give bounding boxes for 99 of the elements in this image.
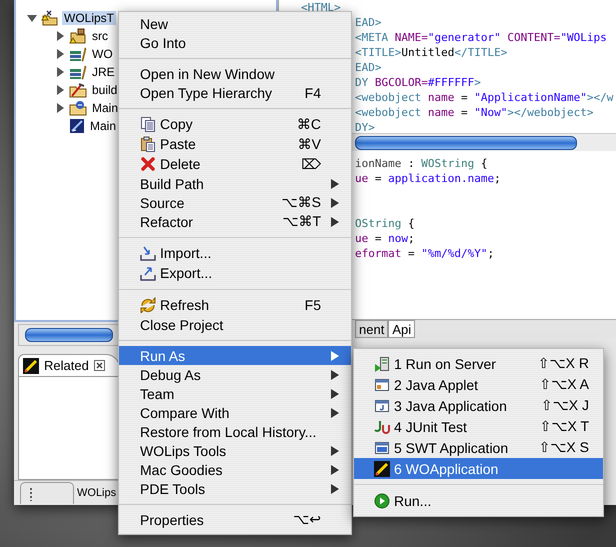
menu-item[interactable]: Source ⌥⌘S xyxy=(119,193,351,212)
menu-item[interactable]: 2 Java Applet ⇧⌥X A xyxy=(354,374,603,395)
package-folder-icon xyxy=(69,28,87,44)
document-icon xyxy=(69,118,85,134)
code-line: DY BGCOLOR=#FFFFFF> xyxy=(355,75,481,90)
shortcut-label: ⌥⌘T xyxy=(282,213,321,230)
expand-arrow-icon[interactable] xyxy=(54,66,66,78)
shortcut-label: ⌥↩ xyxy=(293,511,321,528)
editor-tab[interactable]: nent xyxy=(355,320,388,338)
code-line: <webobject name = "ApplicationName"></w xyxy=(355,90,614,105)
menu-item[interactable]: PDE Tools xyxy=(119,479,351,498)
pen-icon xyxy=(374,460,390,476)
window-icon xyxy=(374,398,390,414)
tree-item[interactable]: JRE xyxy=(90,65,117,79)
code-line: <META NAME="generator" CONTENT="WOLips xyxy=(355,30,607,45)
refresh-icon xyxy=(140,297,156,313)
menu-item[interactable]: Export... xyxy=(119,263,351,283)
menu-item[interactable]: Open Type Hierarchy F4 xyxy=(119,83,351,102)
shortcut-label: ⌦ xyxy=(301,156,321,172)
folder-icon xyxy=(69,82,87,98)
code-line: <webobject name = "Now"></webobject> xyxy=(355,105,594,120)
menu-item[interactable]: New xyxy=(119,14,351,33)
menu-item[interactable]: Close Project xyxy=(119,315,351,334)
menu-item[interactable]: 4 JUnit Test ⇧⌥X T xyxy=(354,416,603,437)
run-icon xyxy=(374,492,390,508)
expand-arrow-icon[interactable] xyxy=(54,48,66,60)
project-icon xyxy=(41,10,59,26)
shortcut-label: ⌘C xyxy=(296,116,321,132)
shortcut-label: ⇧⌥X A xyxy=(539,376,589,393)
tree-item[interactable]: build xyxy=(90,83,120,97)
menu-item[interactable]: 3 Java Application ⇧⌥X J xyxy=(354,395,603,416)
code-line: ue = application.name; xyxy=(355,171,501,186)
server-icon xyxy=(374,356,390,372)
shortcut-label: ⌥⌘S xyxy=(282,194,321,211)
code-line: DY> xyxy=(355,120,375,135)
menu-item[interactable]: Build Path xyxy=(119,174,351,193)
clipboard-icon xyxy=(140,136,156,152)
expand-arrow-icon[interactable] xyxy=(54,102,66,114)
import-icon xyxy=(140,245,156,261)
tree-item[interactable]: Main xyxy=(90,101,120,115)
expand-arrow-icon[interactable] xyxy=(54,30,66,42)
shortcut-label: ⌘V xyxy=(298,136,321,152)
shortcut-label: ⇧⌥X J xyxy=(540,397,589,414)
shortcut-label: ⇧⌥X S xyxy=(538,439,589,456)
menu-item[interactable]: Copy ⌘C xyxy=(119,114,351,134)
folder-icon xyxy=(69,100,87,116)
shortcut-label: F5 xyxy=(304,297,321,313)
menu-item[interactable]: Team xyxy=(119,384,351,403)
grip-icon[interactable] xyxy=(29,486,33,500)
menu-item[interactable]: Debug As xyxy=(119,365,351,384)
code-line: OString { xyxy=(355,216,415,231)
code-line: EAD> xyxy=(355,60,382,75)
view-tab[interactable]: Related xyxy=(18,354,120,376)
menu-item[interactable]: WOLips Tools xyxy=(119,441,351,460)
shortcut-label: ⇧⌥X T xyxy=(540,418,589,435)
code-line: ue = now; xyxy=(355,231,415,246)
code-line: <HTML> xyxy=(301,0,341,15)
tree-item[interactable]: WOLipsT xyxy=(62,11,116,25)
menu-item[interactable]: Properties ⌥↩ xyxy=(119,510,351,529)
shortcut-label: F4 xyxy=(304,84,321,100)
junit-icon xyxy=(374,418,390,434)
expand-arrow-icon[interactable] xyxy=(54,84,66,96)
status-text: WOLips xyxy=(77,487,116,499)
pen-icon xyxy=(23,358,39,374)
library-icon xyxy=(69,46,87,62)
menu-item[interactable]: Compare With xyxy=(119,403,351,422)
export-icon xyxy=(140,265,156,281)
menu-item[interactable]: Restore from Local History... xyxy=(119,422,351,441)
close-icon[interactable] xyxy=(94,360,105,371)
tree-item[interactable]: Main xyxy=(88,119,118,133)
library-icon xyxy=(69,64,87,80)
scrollbar-thumb[interactable] xyxy=(355,136,577,150)
tree-item[interactable]: src xyxy=(90,29,110,43)
code-line: ionName : WOString { xyxy=(355,156,488,171)
menu-item[interactable]: Delete ⌦ xyxy=(119,154,351,174)
tree-item[interactable]: WO xyxy=(90,47,115,61)
applet-icon xyxy=(374,376,390,392)
menu-item[interactable]: 5 SWT Application ⇧⌥X S xyxy=(354,437,603,458)
delete-icon xyxy=(140,156,156,172)
copy-icon xyxy=(140,116,156,132)
menu-item[interactable]: Refactor ⌥⌘T xyxy=(119,212,351,231)
code-line: eformat = "%m/%d/%Y"; xyxy=(355,246,494,261)
menu-item[interactable]: Mac Goodies xyxy=(119,460,351,479)
menu-item[interactable]: Run As xyxy=(119,346,351,365)
menu-item[interactable]: Run... xyxy=(354,490,603,511)
code-line: EAD> xyxy=(355,15,382,30)
swt-icon xyxy=(374,440,390,456)
menu-item[interactable]: 6 WOApplication xyxy=(354,458,603,479)
menu-item[interactable]: Refresh F5 xyxy=(119,295,351,315)
shortcut-label: ⇧⌥X R xyxy=(538,355,589,372)
menu-item[interactable]: 1 Run on Server ⇧⌥X R xyxy=(354,353,603,374)
menu-item[interactable]: Paste ⌘V xyxy=(119,134,351,154)
menu-item[interactable]: Import... xyxy=(119,243,351,263)
code-line: <TITLE>Untitled</TITLE> xyxy=(355,45,508,60)
menu-item[interactable]: Go Into xyxy=(119,33,351,52)
collapse-arrow-icon[interactable] xyxy=(26,12,38,24)
scrollbar-thumb[interactable] xyxy=(25,328,113,342)
editor-tab[interactable]: Api xyxy=(388,320,416,338)
menu-item[interactable]: Open in New Window xyxy=(119,64,351,83)
